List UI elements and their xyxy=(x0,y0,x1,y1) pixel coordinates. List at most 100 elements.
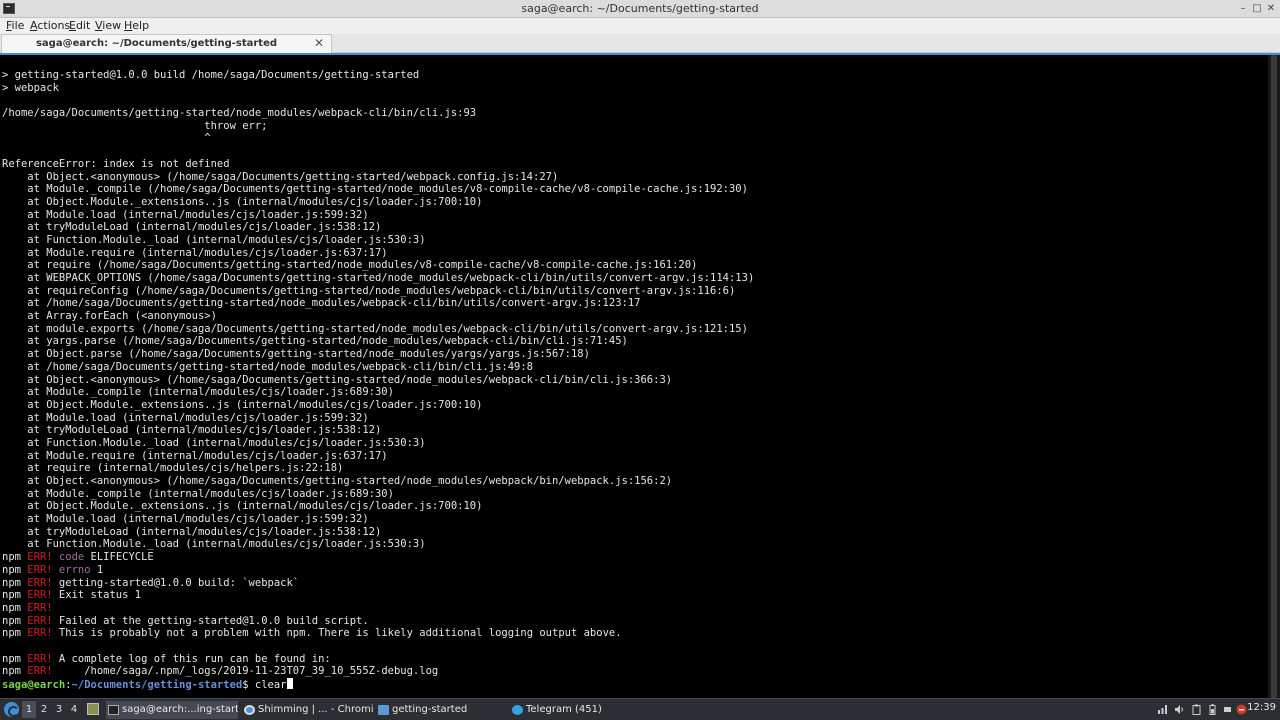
maximize-icon[interactable]: □ xyxy=(1250,1,1264,16)
terminal-icon xyxy=(108,705,119,715)
terminal-line: at /home/saga/Documents/getting-started/… xyxy=(2,297,641,310)
start-menu-icon[interactable] xyxy=(4,702,19,717)
menu-help[interactable]: Help xyxy=(124,19,149,32)
task-terminal[interactable]: saga@earch:...ing-started xyxy=(106,701,238,719)
err-text: Failed at the getting-started@1.0.0 buil… xyxy=(52,614,369,627)
terminal-line: at tryModuleLoad (internal/modules/cjs/l… xyxy=(2,525,382,538)
err-tag: ERR! xyxy=(27,563,53,576)
npm-error-line: npm ERR! code ELIFECYCLE xyxy=(2,551,1264,564)
clipboard-icon[interactable] xyxy=(1191,704,1202,715)
window-titlebar[interactable]: saga@earch: ~/Documents/getting-started … xyxy=(0,0,1280,18)
workspace-1[interactable]: 1 xyxy=(22,701,36,718)
clock[interactable]: 12:39 xyxy=(1247,702,1276,713)
npm-prefix: npm xyxy=(2,589,21,602)
terminal-line: at Object.Module._extensions..js (intern… xyxy=(2,195,483,208)
terminal-line: at Object.Module._extensions..js (intern… xyxy=(2,398,483,411)
network-icon[interactable] xyxy=(1157,704,1168,715)
task-file-manager[interactable]: getting-started xyxy=(376,701,508,719)
terminal-line: at Function.Module._load (internal/modul… xyxy=(2,436,426,449)
menu-file[interactable]: File xyxy=(6,19,24,32)
npm-error-line: npm ERR! getting-started@1.0.0 build: `w… xyxy=(2,577,1264,590)
terminal-line: at require (internal/modules/cjs/helpers… xyxy=(2,462,344,475)
err-text: getting-started@1.0.0 build: `webpack` xyxy=(52,576,300,589)
menu-view[interactable]: View xyxy=(95,19,121,32)
task-label: Shimming | ... - Chromium xyxy=(258,704,374,715)
terminal-line: > webpack xyxy=(2,81,59,94)
tab-label: saga@earch: ~/Documents/getting-started xyxy=(35,38,278,49)
close-window-icon[interactable]: ✕ xyxy=(1264,1,1278,16)
tab-close-icon[interactable]: ✕ xyxy=(314,36,324,50)
workspace-2[interactable]: 2 xyxy=(37,701,51,718)
terminal-line: at Module.load (internal/modules/cjs/loa… xyxy=(2,208,369,221)
terminal-line: at Object.parse (/home/saga/Documents/ge… xyxy=(2,348,590,361)
terminal-line: at Module.load (internal/modules/cjs/loa… xyxy=(2,411,369,424)
npm-error-line: npm ERR! Exit status 1 xyxy=(2,589,1264,602)
npm-prefix: npm xyxy=(2,601,21,614)
battery-icon[interactable] xyxy=(1207,704,1218,715)
err-tag: ERR! xyxy=(27,652,53,665)
err-key: errno xyxy=(58,563,91,576)
terminal-line: at Module.require (internal/modules/cjs/… xyxy=(2,449,388,462)
volume-icon[interactable] xyxy=(1174,704,1185,715)
err-tag: ERR! xyxy=(27,576,53,589)
chromium-icon xyxy=(244,705,255,715)
terminal-line: at Object.<anonymous> (/home/saga/Docume… xyxy=(2,170,559,183)
err-tag: ERR! xyxy=(27,589,53,602)
shell-prompt[interactable]: saga@earch:~/Documents/getting-started$ … xyxy=(2,678,1264,691)
workspace-4[interactable]: 4 xyxy=(67,701,81,718)
npm-error-line: npm ERR! Failed at the getting-started@1… xyxy=(2,615,1264,628)
npm-error-line: npm ERR! errno 1 xyxy=(2,564,1264,577)
npm-prefix: npm xyxy=(2,665,21,678)
task-label: Telegram (451) xyxy=(526,704,602,715)
terminal-line: at Module._compile (internal/modules/cjs… xyxy=(2,487,394,500)
taskbar: 1 2 3 4 saga@earch:...ing-started Shimmi… xyxy=(0,698,1280,720)
terminal-line: throw err; xyxy=(2,119,268,132)
scrollbar-thumb[interactable] xyxy=(1271,55,1277,698)
terminal-line: /home/saga/Documents/getting-started/nod… xyxy=(2,107,477,120)
err-text: /home/saga/.npm/_logs/2019-11-23T07_39_1… xyxy=(52,665,439,678)
prompt-path: ~/Documents/getting-started xyxy=(71,679,243,691)
terminal-line: at Function.Module._load (internal/modul… xyxy=(2,538,426,551)
text-cursor xyxy=(286,678,293,689)
terminal-view[interactable]: > getting-started@1.0.0 build /home/saga… xyxy=(0,53,1280,698)
notification-icon[interactable] xyxy=(1222,704,1233,715)
terminal-line: at module.exports (/home/saga/Documents/… xyxy=(2,322,748,335)
task-chromium[interactable]: Shimming | ... - Chromium xyxy=(242,701,374,719)
err-text: A complete log of this run can be found … xyxy=(52,652,331,665)
terminal-line: at Object.<anonymous> (/home/saga/Docume… xyxy=(2,475,673,487)
terminal-line: at requireConfig (/home/saga/Documents/g… xyxy=(2,284,736,297)
terminal-line: at Object.<anonymous> (/home/saga/Docume… xyxy=(2,373,673,386)
update-alert-icon[interactable] xyxy=(1236,704,1247,715)
npm-prefix: npm xyxy=(2,576,21,589)
terminal-line: at yargs.parse (/home/saga/Documents/get… xyxy=(2,335,628,348)
terminal-output: > getting-started@1.0.0 build /home/saga… xyxy=(2,69,1264,691)
terminal-tab[interactable]: saga@earch: ~/Documents/getting-started … xyxy=(1,34,332,53)
terminal-scrollbar[interactable] xyxy=(1268,55,1280,698)
err-key: code xyxy=(58,551,85,564)
workspace-3[interactable]: 3 xyxy=(52,701,66,718)
prompt-command: clear xyxy=(248,679,287,691)
err-tag: ERR! xyxy=(27,665,53,678)
minimize-icon[interactable]: – xyxy=(1236,1,1250,16)
show-desktop-icon[interactable] xyxy=(87,703,99,715)
menu-actions[interactable]: Actions xyxy=(30,19,70,32)
npm-error-line: npm ERR! xyxy=(2,602,1264,615)
npm-prefix: npm xyxy=(2,563,21,576)
err-text: 1 xyxy=(90,563,104,576)
err-tag: ERR! xyxy=(27,551,53,564)
npm-prefix: npm xyxy=(2,627,21,640)
menu-edit[interactable]: Edit xyxy=(69,19,90,32)
task-label: getting-started xyxy=(392,704,468,715)
task-label: saga@earch:...ing-started xyxy=(122,704,238,715)
menu-bar: File Actions Edit View Help xyxy=(0,18,1280,34)
npm-error-line: npm ERR! A complete log of this run can … xyxy=(2,653,1264,666)
task-telegram[interactable]: Telegram (451) xyxy=(510,701,642,719)
terminal-line: at tryModuleLoad (internal/modules/cjs/l… xyxy=(2,221,382,234)
folder-icon xyxy=(378,705,389,715)
terminal-line: ReferenceError: index is not defined xyxy=(2,157,230,170)
terminal-line: ^ xyxy=(2,132,211,145)
npm-prefix: npm xyxy=(2,614,21,627)
err-text: This is probably not a problem with npm.… xyxy=(52,627,622,640)
